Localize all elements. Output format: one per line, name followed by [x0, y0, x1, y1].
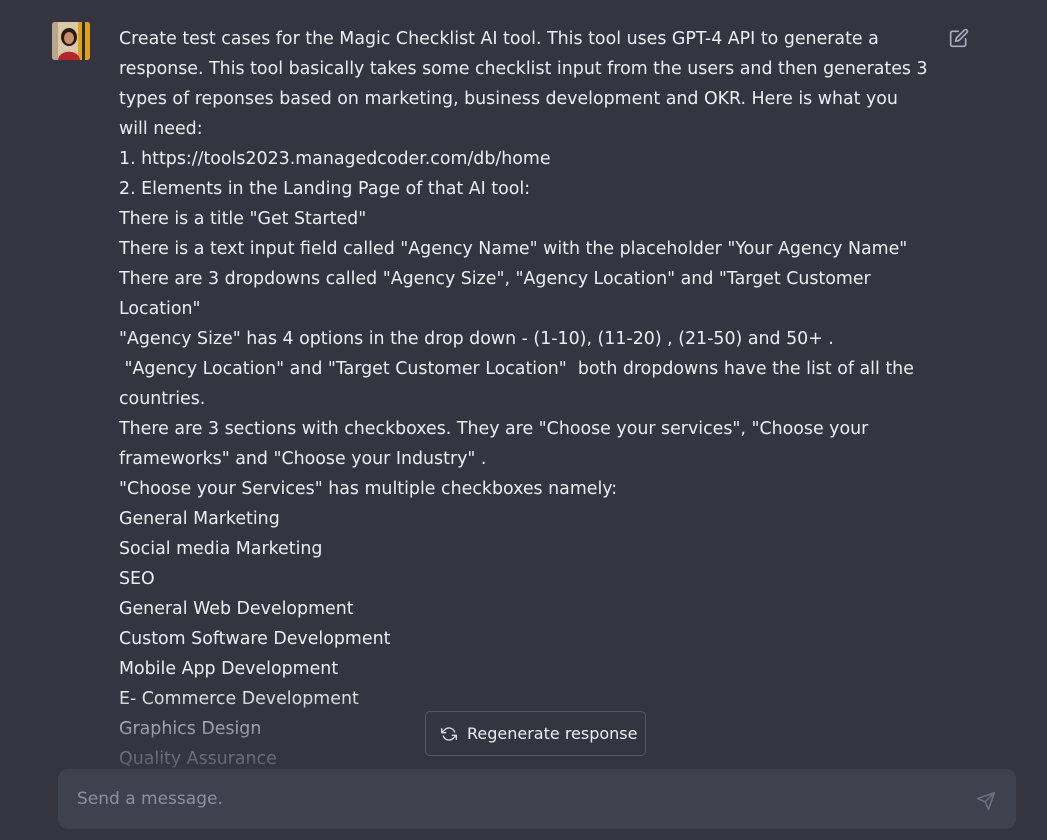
message-line: There are 3 sections with checkboxes. Th…	[119, 419, 869, 439]
user-avatar	[52, 22, 90, 60]
message-line: "Choose your Services" has multiple chec…	[119, 479, 618, 499]
message-composer	[58, 769, 1016, 829]
message-line: Create test cases for the Magic Checklis…	[119, 29, 879, 49]
send-icon[interactable]	[976, 791, 996, 811]
refresh-icon	[441, 726, 457, 742]
edit-icon[interactable]	[949, 28, 969, 48]
regenerate-response-label: Regenerate response	[467, 724, 638, 743]
message-input[interactable]	[77, 785, 947, 813]
message-line: General Web Development	[119, 599, 354, 619]
message-line: "Agency Size" has 4 options in the drop …	[119, 329, 834, 349]
message-line: types of reponses based on marketing, bu…	[119, 89, 898, 109]
message-text: Create test cases for the Magic Checklis…	[119, 24, 929, 774]
message-line: There is a text input field called "Agen…	[119, 239, 908, 259]
message-line: General Marketing	[119, 509, 280, 529]
message-line: Location"	[119, 299, 201, 319]
message-line: There is a title "Get Started"	[119, 209, 367, 229]
message-line: 1. https://tools2023.managedcoder.com/db…	[119, 149, 551, 169]
message-line: "Agency Location" and "Target Customer L…	[119, 359, 914, 379]
message-line: response. This tool basically takes some…	[119, 59, 928, 79]
message-line: Custom Software Development	[119, 629, 391, 649]
message-line: frameworks" and "Choose your Industry" .	[119, 449, 487, 469]
message-line: SEO	[119, 569, 155, 589]
message-line: Mobile App Development	[119, 659, 339, 679]
regenerate-response-button[interactable]: Regenerate response	[425, 711, 646, 756]
message-line: There are 3 dropdowns called "Agency Siz…	[119, 269, 871, 289]
message-line: countries.	[119, 389, 206, 409]
user-avatar-photo	[52, 22, 90, 60]
message-line: E- Commerce Development	[119, 689, 359, 709]
message-line: Social media Marketing	[119, 539, 323, 559]
message-line: will need:	[119, 119, 203, 139]
message-line: 2. Elements in the Landing Page of that …	[119, 179, 531, 199]
